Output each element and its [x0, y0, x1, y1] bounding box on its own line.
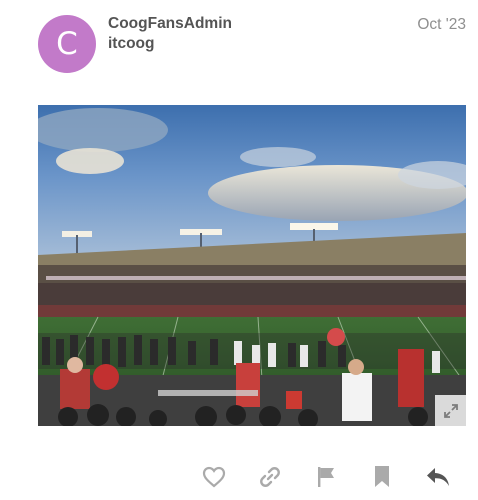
like-button[interactable] [199, 462, 229, 492]
flag-icon [318, 467, 334, 487]
bookmark-icon [375, 466, 389, 487]
expand-image-button[interactable] [435, 395, 466, 426]
full-name-link[interactable]: itcoog [108, 35, 155, 53]
stadium-photo [38, 105, 466, 426]
avatar[interactable]: C [38, 15, 96, 73]
reply-icon [427, 468, 449, 486]
username-link[interactable]: CoogFansAdmin [108, 15, 232, 33]
expand-icon [443, 403, 458, 418]
avatar-letter: C [56, 26, 78, 62]
flag-button[interactable] [311, 462, 341, 492]
post-actions [0, 462, 478, 492]
heart-icon [202, 466, 226, 488]
bookmark-button[interactable] [367, 462, 397, 492]
copy-link-button[interactable] [255, 462, 285, 492]
post-date[interactable]: Oct '23 [417, 16, 466, 34]
post-image[interactable] [38, 105, 466, 426]
link-icon [260, 467, 280, 487]
reply-button[interactable] [423, 462, 453, 492]
